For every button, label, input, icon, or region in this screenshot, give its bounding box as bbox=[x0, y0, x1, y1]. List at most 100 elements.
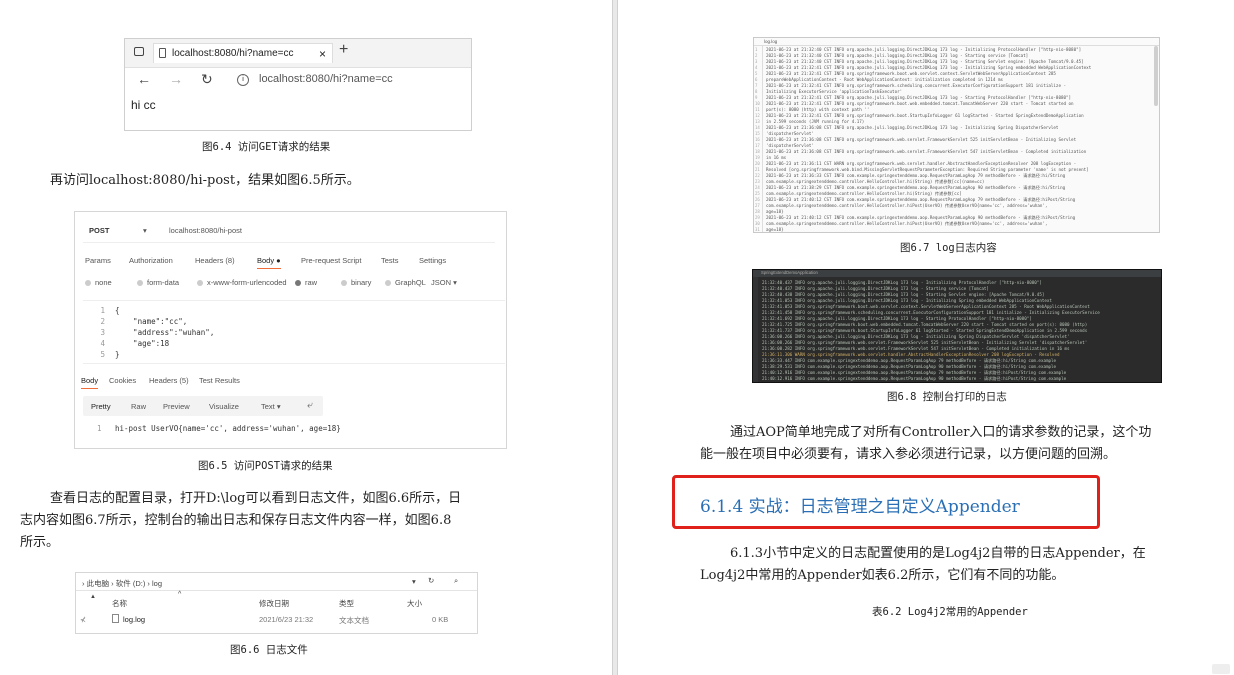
response-tab-1[interactable]: Cookies bbox=[109, 376, 136, 385]
log-line-number: 23 bbox=[755, 179, 760, 184]
corner-widget[interactable] bbox=[1212, 664, 1230, 674]
log-line: 2021-06-23 at 21:32:40 CST INFO org.apac… bbox=[766, 53, 1029, 58]
log-line: com.example.springextenddemo.controller.… bbox=[766, 221, 1048, 226]
figure-6-7-caption: 图6.7 log日志内容 bbox=[900, 242, 997, 254]
wrap-icon[interactable]: ⤶ bbox=[307, 400, 313, 411]
scroll-up-icon[interactable]: ▲ bbox=[90, 594, 96, 600]
log-line-number: 12 bbox=[755, 113, 760, 118]
body-type-option-6[interactable]: JSON ▾ bbox=[431, 278, 457, 287]
tab-0[interactable]: Params bbox=[85, 256, 111, 265]
column-type[interactable]: 类型 bbox=[339, 598, 354, 609]
log-line-number: 15 bbox=[755, 131, 760, 136]
log-line-number: 2 bbox=[755, 53, 758, 58]
code-line: "age":18 bbox=[115, 339, 170, 348]
line-number: 1 bbox=[100, 306, 105, 315]
body-type-option-4[interactable]: binary bbox=[341, 278, 371, 287]
tab-4[interactable]: Pre-request Script bbox=[301, 256, 361, 265]
response-view-1[interactable]: Raw bbox=[131, 402, 146, 411]
column-date[interactable]: 修改日期 bbox=[259, 598, 289, 609]
code-line: } bbox=[115, 350, 120, 359]
method-select[interactable]: POST bbox=[89, 226, 109, 235]
breadcrumb[interactable]: › 此电脑 › 软件 (D:) › log bbox=[82, 578, 162, 589]
body-type-option-5[interactable]: GraphQL bbox=[385, 278, 426, 287]
console-title: SpringExtendDemoApplication bbox=[761, 270, 818, 275]
response-view-4[interactable]: Text ▾ bbox=[261, 402, 281, 411]
file-name: log.log bbox=[123, 615, 146, 624]
log-tab-label[interactable]: log.log bbox=[764, 39, 777, 44]
figure-browser-get: localhost:8080/hi?name=cc × + ← → ↻ i lo… bbox=[124, 38, 472, 131]
browser-tab[interactable]: localhost:8080/hi?name=cc × bbox=[153, 43, 333, 63]
refresh-icon[interactable]: ↻ bbox=[428, 576, 434, 585]
log-line-number: 17 bbox=[755, 143, 760, 148]
figure-console-log: SpringExtendDemoApplication 21:32:40.437… bbox=[752, 269, 1162, 383]
console-line: 21:36:11.306 WARN org.springframework.we… bbox=[762, 352, 1060, 357]
response-tab-2[interactable]: Headers (5) bbox=[149, 376, 189, 385]
table-6-2-caption: 表6.2 Log4j2常用的Appender bbox=[872, 606, 1028, 618]
response-tab-0[interactable]: Body bbox=[81, 376, 99, 389]
log-line: 2021-06-23 at 21:36:08 CST INFO org.spri… bbox=[766, 149, 1087, 154]
console-line: 21:32:40.438 INFO org.apache.juli.loggin… bbox=[762, 292, 1045, 297]
response-tab-3[interactable]: Test Results bbox=[199, 376, 240, 385]
log-line: 2021-06-23 at 21:32:40 CST INFO org.apac… bbox=[766, 59, 1084, 64]
log-line: 2021-06-23 at 21:36:08 CST INFO org.spri… bbox=[766, 137, 1077, 142]
log-line-number: 9 bbox=[755, 95, 758, 100]
log-line-number: 6 bbox=[755, 77, 758, 82]
chevron-down-icon[interactable]: ▾ bbox=[412, 577, 416, 586]
paragraph-3: 通过AOP简单地完成了对所有Controller入口的请求参数的记录，这个功 能一… bbox=[700, 422, 1220, 466]
browser-tab-title: localhost:8080/hi?name=cc bbox=[172, 48, 294, 59]
figure-6-5-caption: 图6.5 访问POST请求的结果 bbox=[198, 460, 333, 472]
log-line-number: 8 bbox=[755, 89, 758, 94]
line-numbers: 1 2 3 4 5 bbox=[93, 305, 105, 360]
body-type-option-0[interactable]: none bbox=[85, 278, 112, 287]
figure-log-content: log.log 2021-06-23 at 21:32:40 CST INFO … bbox=[753, 37, 1160, 233]
console-line: 21:32:40.437 INFO org.apache.juli.loggin… bbox=[762, 280, 1042, 285]
console-line: 21:32:41.725 INFO org.springframework.bo… bbox=[762, 322, 1088, 327]
console-line: 21:32:41.053 INFO org.apache.juli.loggin… bbox=[762, 298, 1052, 303]
log-line-number: 20 bbox=[755, 161, 760, 166]
tab-5[interactable]: Tests bbox=[381, 256, 399, 265]
forward-icon[interactable]: → bbox=[169, 71, 183, 87]
body-type-option-1[interactable]: form-data bbox=[137, 278, 179, 287]
text-line: Log4j2中常用的Appender如表6.2所示，它们有不同的功能。 bbox=[700, 568, 1065, 583]
log-line-number: 16 bbox=[755, 137, 760, 142]
close-icon[interactable]: × bbox=[319, 44, 326, 64]
log-line: age=18} bbox=[766, 227, 784, 232]
column-size[interactable]: 大小 bbox=[407, 598, 422, 609]
response-view-3[interactable]: Visualize bbox=[209, 402, 239, 411]
log-line-number: 11 bbox=[755, 107, 760, 112]
text-line: 通过AOP简单地完成了对所有Controller入口的请求参数的记录，这个功 bbox=[730, 425, 1152, 440]
file-size: 0 KB bbox=[432, 615, 449, 624]
code-editor[interactable]: 1 2 3 4 5 { "name":"cc", "address":"wuhan", … bbox=[83, 300, 505, 364]
radio-icon bbox=[85, 280, 91, 286]
body-type-label: GraphQL bbox=[395, 278, 426, 287]
new-tab-icon[interactable]: + bbox=[339, 41, 348, 59]
scrollbar[interactable] bbox=[1154, 46, 1158, 106]
tab-6[interactable]: Settings bbox=[419, 256, 446, 265]
response-view-2[interactable]: Preview bbox=[163, 402, 190, 411]
console-line: 21:36:08.266 INFO org.apache.juli.loggin… bbox=[762, 334, 1070, 339]
search-icon[interactable]: ⌕ bbox=[454, 576, 458, 586]
log-line-number: 1 bbox=[755, 47, 758, 52]
address-bar[interactable]: localhost:8080/hi?name=cc bbox=[259, 73, 393, 85]
log-line: 2021-06-23 at 21:32:40 CST INFO org.apac… bbox=[766, 47, 1082, 52]
column-name[interactable]: 名称 bbox=[112, 598, 127, 609]
body-type-options: none form-data x-www-form-urlencoded raw bin… bbox=[85, 278, 497, 290]
body-type-option-3[interactable]: raw bbox=[295, 278, 317, 287]
url-input[interactable]: localhost:8080/hi-post bbox=[169, 226, 242, 235]
response-body: hi-post UserVO{name='cc', address='wuhan… bbox=[115, 424, 341, 433]
file-date: 2021/6/23 21:32 bbox=[259, 615, 314, 624]
tab-1[interactable]: Authorization bbox=[129, 256, 173, 265]
response-view-0[interactable]: Pretty bbox=[91, 402, 111, 411]
back-icon[interactable]: ← bbox=[137, 71, 151, 87]
log-line: 'dispatcherServlet' bbox=[766, 143, 814, 148]
tab-3[interactable]: Body ● bbox=[257, 256, 281, 269]
section-heading: 6.1.4 实战：日志管理之自定义Appender bbox=[700, 497, 1020, 517]
radio-icon bbox=[341, 280, 347, 286]
figure-6-8-caption: 图6.8 控制台打印的日志 bbox=[887, 391, 1007, 403]
tab-2[interactable]: Headers (8) bbox=[195, 256, 235, 265]
file-icon bbox=[112, 614, 119, 623]
reload-icon[interactable]: ↻ bbox=[201, 71, 213, 88]
log-line: com.example.springextenddemo.controller.… bbox=[766, 203, 1048, 208]
log-line: 2021-06-23 at 21:32:41 CST INFO org.apac… bbox=[766, 65, 1092, 70]
body-type-option-2[interactable]: x-www-form-urlencoded bbox=[197, 278, 287, 287]
